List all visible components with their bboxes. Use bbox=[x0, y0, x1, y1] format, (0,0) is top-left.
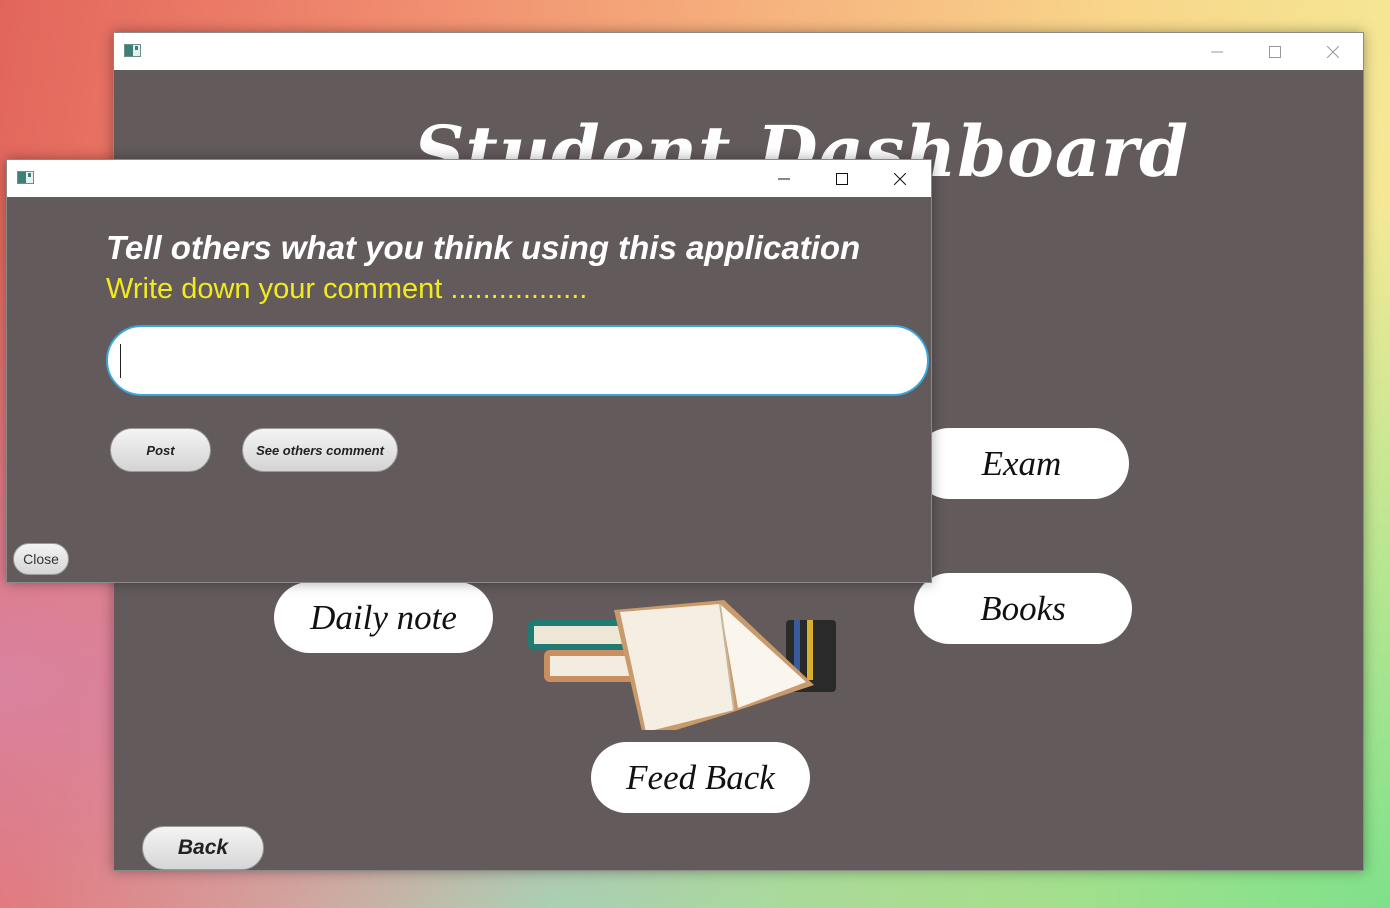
maximize-icon bbox=[1269, 45, 1281, 58]
dialog-minimize-button[interactable] bbox=[761, 160, 807, 197]
feedback-button[interactable]: Feed Back bbox=[591, 742, 810, 813]
maximize-icon bbox=[836, 172, 848, 185]
comment-input[interactable] bbox=[106, 325, 929, 396]
books-illustration bbox=[528, 600, 836, 730]
dialog-titlebar bbox=[7, 160, 931, 197]
close-icon bbox=[1327, 45, 1339, 58]
app-icon bbox=[17, 171, 34, 184]
close-icon bbox=[894, 172, 906, 185]
dialog-maximize-button[interactable] bbox=[819, 160, 865, 197]
dialog-close-button[interactable] bbox=[877, 160, 923, 197]
close-dialog-button[interactable]: Close bbox=[13, 543, 69, 575]
main-titlebar bbox=[114, 33, 1363, 70]
text-caret bbox=[120, 344, 121, 378]
back-button[interactable]: Back bbox=[142, 826, 264, 870]
exam-button[interactable]: Exam bbox=[914, 428, 1129, 499]
books-button[interactable]: Books bbox=[914, 573, 1132, 644]
dialog-subheading: Write down your comment ................… bbox=[106, 273, 588, 305]
comment-dialog: Tell others what you think using this ap… bbox=[6, 159, 932, 583]
minimize-icon bbox=[1211, 51, 1223, 52]
dialog-heading: Tell others what you think using this ap… bbox=[106, 229, 861, 266]
minimize-button[interactable] bbox=[1194, 33, 1240, 70]
app-icon bbox=[124, 44, 141, 57]
close-button[interactable] bbox=[1310, 33, 1356, 70]
daily-note-button[interactable]: Daily note bbox=[274, 582, 493, 653]
minimize-icon bbox=[778, 178, 790, 179]
dialog-panel: Tell others what you think using this ap… bbox=[7, 197, 931, 582]
post-button[interactable]: Post bbox=[110, 428, 211, 472]
see-others-comment-button[interactable]: See others comment bbox=[242, 428, 398, 472]
maximize-button[interactable] bbox=[1252, 33, 1298, 70]
